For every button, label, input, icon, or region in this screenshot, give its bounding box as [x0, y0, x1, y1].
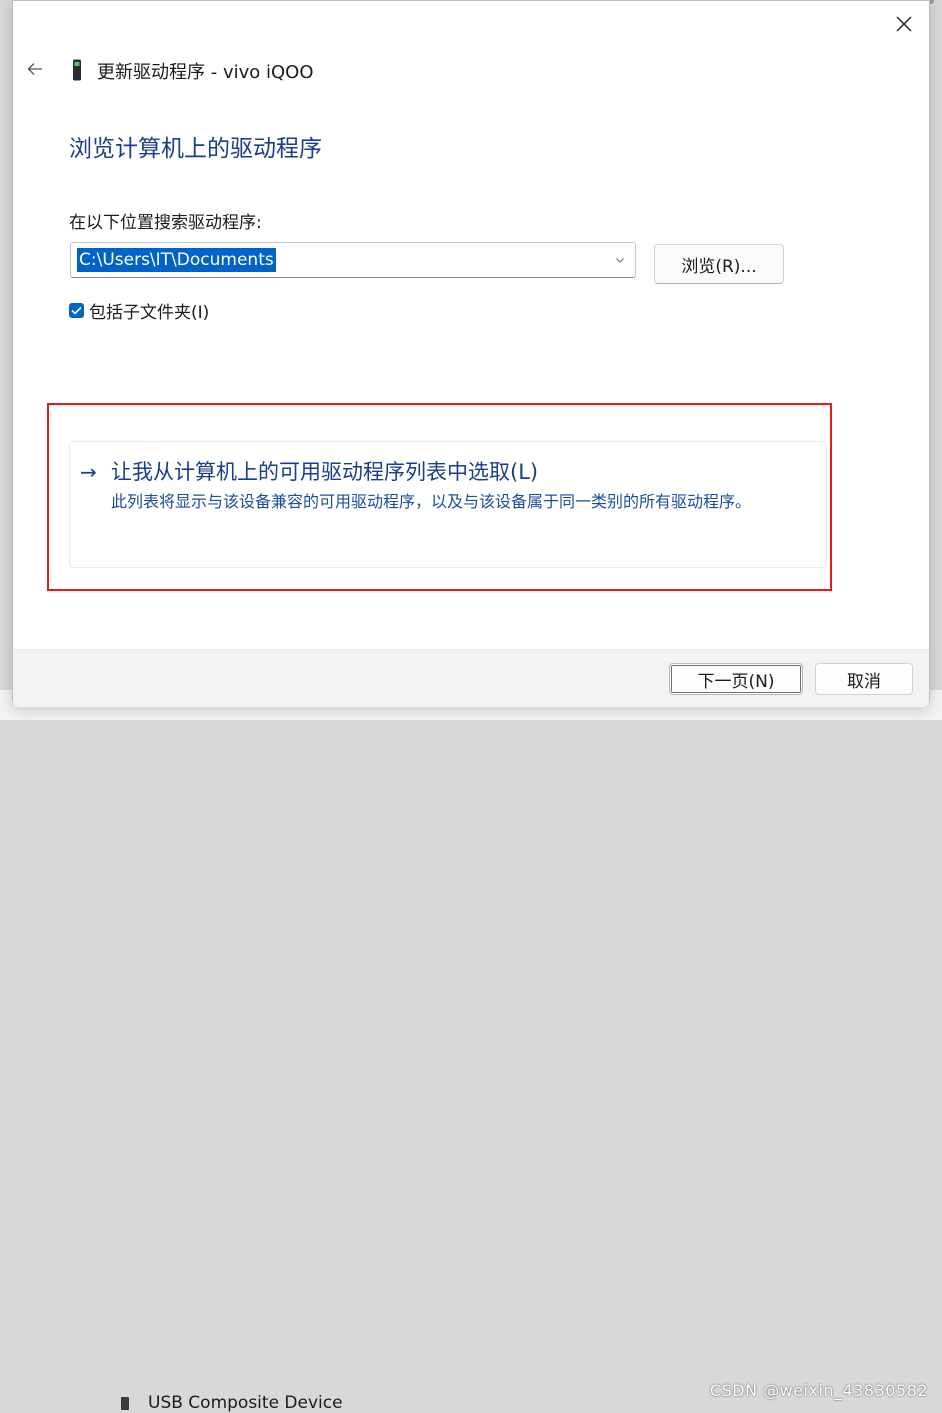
include-subfolders-label: 包括子文件夹(I) [89, 303, 210, 323]
cancel-button[interactable]: 取消 [815, 663, 913, 695]
pick-option-title[interactable]: 让我从计算机上的可用驱动程序列表中选取(L) [111, 456, 538, 486]
dialog-title: 更新驱动程序 - vivo iQOO [97, 62, 314, 83]
browse-button[interactable]: 浏览(R)... [654, 244, 784, 284]
driver-path-combobox[interactable]: C:\Users\IT\Documents [70, 242, 636, 278]
pick-from-list-option[interactable]: → 让我从计算机上的可用驱动程序列表中选取(L) 此列表将显示与该设备兼容的可用… [69, 441, 827, 568]
chevron-down-icon[interactable] [613, 253, 627, 267]
dialog-footer: 下一页(N) 取消 [13, 649, 929, 707]
arrow-right-icon: → [80, 460, 97, 484]
watermark: CSDN @weixin_43830582 [709, 1381, 928, 1400]
back-button[interactable] [23, 57, 47, 81]
pick-option-description: 此列表将显示与该设备兼容的可用驱动程序，以及与该设备属于同一类别的所有驱动程序。 [111, 492, 752, 511]
include-subfolders-checkbox[interactable]: 包括子文件夹(I) [69, 298, 209, 323]
next-button[interactable]: 下一页(N) [669, 663, 803, 695]
checkbox-checked[interactable] [69, 303, 84, 318]
update-driver-dialog: 更新驱动程序 - vivo iQOO 浏览计算机上的驱动程序 在以下位置搜索驱动… [12, 0, 930, 707]
close-icon [896, 16, 912, 32]
page-heading: 浏览计算机上的驱动程序 [69, 136, 322, 162]
search-location-label: 在以下位置搜索驱动程序: [69, 213, 262, 233]
driver-path-value[interactable]: C:\Users\IT\Documents [77, 248, 276, 272]
phone-device-icon [72, 59, 82, 81]
close-button[interactable] [889, 9, 919, 39]
checkmark-icon [71, 306, 82, 315]
arrow-left-icon [27, 63, 42, 75]
background-device-label[interactable]: USB Composite Device [148, 1393, 343, 1413]
usb-device-icon [121, 1397, 129, 1410]
